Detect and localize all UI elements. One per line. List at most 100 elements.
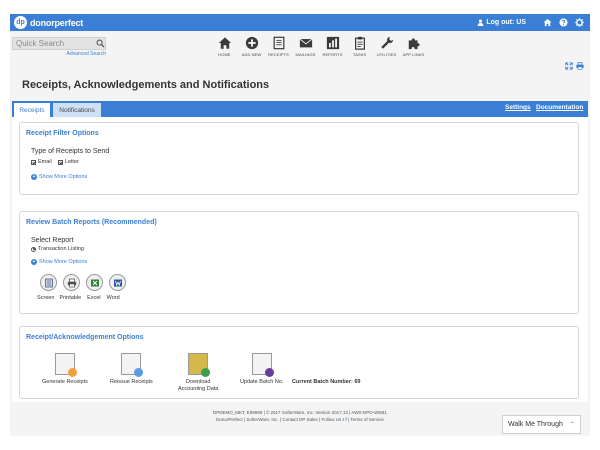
facebook-icon[interactable]: f xyxy=(345,417,347,422)
search-icon[interactable] xyxy=(96,39,105,48)
nav-item-reports[interactable]: REPORTS xyxy=(319,36,346,57)
clipboard-icon xyxy=(354,36,365,50)
printable-report-button[interactable] xyxy=(63,274,80,291)
email-checkbox[interactable] xyxy=(31,159,36,165)
nav-label: RECEIPTS xyxy=(268,52,289,57)
card-title: Review Batch Reports (Recommended) xyxy=(26,219,157,226)
logout-label: Log out: US xyxy=(486,19,526,26)
nav-item-receipts[interactable]: RECEIPTS xyxy=(265,36,292,57)
generate-receipts-button[interactable]: Generate Receipts xyxy=(42,353,88,386)
wrench-icon xyxy=(380,36,393,49)
nav-item-utilities[interactable]: UTILITIES xyxy=(373,36,400,57)
search-input[interactable] xyxy=(16,39,96,48)
bar-chart-icon xyxy=(326,36,339,50)
nav-label: HOME xyxy=(218,52,231,57)
word-icon xyxy=(113,279,122,286)
excel-icon xyxy=(90,279,99,286)
quick-search: Advanced Search xyxy=(12,37,106,57)
word-report-button[interactable] xyxy=(109,274,126,291)
screen-icon xyxy=(44,278,53,287)
current-batch-number: Current Batch Number: 69 xyxy=(292,379,361,385)
show-more-options-link[interactable]: + Show More Options xyxy=(31,259,87,265)
card-title: Receipt Filter Options xyxy=(26,130,99,137)
walk-me-label: Walk Me Through xyxy=(508,421,563,428)
top-bar: dp donorperfect Log out: US xyxy=(10,14,590,31)
home-icon[interactable] xyxy=(542,18,552,28)
nav-item-mailings[interactable]: MAILINGS xyxy=(292,36,319,57)
terms-link[interactable]: | Terms of Service xyxy=(348,417,384,422)
logo-badge: dp xyxy=(14,16,27,29)
letter-label: Letter xyxy=(64,159,79,165)
report-option: Transaction Listing xyxy=(31,246,84,252)
walk-me-through-button[interactable]: Walk Me Through ⌃ xyxy=(502,415,581,434)
nav-item-home[interactable]: HOME xyxy=(211,36,238,57)
transaction-listing-radio[interactable] xyxy=(31,246,36,252)
nav-label: ADD NEW xyxy=(241,52,262,57)
transaction-listing-label: Transaction Listing xyxy=(38,246,84,252)
select-report-label: Select Report xyxy=(31,237,74,244)
tab-content: Receipt Filter Options Type of Receipts … xyxy=(12,117,588,402)
receipt-filter-card: Receipt Filter Options Type of Receipts … xyxy=(19,122,579,195)
plus-circle-icon: + xyxy=(31,174,37,180)
tab-notifications[interactable]: Notifications xyxy=(53,103,101,117)
update-batch-button[interactable]: Update Batch No. xyxy=(240,353,283,386)
download-label: Download xyxy=(185,379,211,385)
receipt-type-options: Email Letter xyxy=(31,159,85,165)
printer-icon xyxy=(67,278,76,287)
logo[interactable]: dp donorperfect xyxy=(14,16,83,29)
home-icon xyxy=(218,37,231,49)
excel-report-button[interactable] xyxy=(86,274,103,291)
tab-receipts[interactable]: Receipts xyxy=(14,103,50,117)
receipts-icon xyxy=(273,36,284,50)
letter-checkbox[interactable] xyxy=(57,159,63,165)
show-more-label: Show More Options xyxy=(39,259,88,265)
nav-item-tasks[interactable]: TASKS xyxy=(346,36,373,57)
printable-label: Printable xyxy=(59,295,82,301)
settings-link[interactable]: Settings xyxy=(505,104,531,111)
download-accounting-button[interactable]: Download Accounting Data xyxy=(178,353,218,393)
screen-label: Screen xyxy=(37,295,55,301)
nav-label: MAILINGS xyxy=(295,52,316,57)
documentation-link[interactable]: Documentation xyxy=(536,104,583,111)
page-title: Receipts, Acknowledgements and Notificat… xyxy=(22,79,270,91)
nav-label: UTILITIES xyxy=(376,52,397,57)
generate-receipts-label: Generate Receipts xyxy=(42,379,88,385)
expand-icon[interactable] xyxy=(565,62,573,70)
nav-item-add-new[interactable]: ADD NEW xyxy=(238,36,265,57)
excel-label: Excel xyxy=(87,295,101,301)
nav-label: REPORTS xyxy=(322,52,343,57)
envelope-icon xyxy=(299,38,312,48)
word-label: Word xyxy=(106,295,120,301)
show-more-label: Show More Options xyxy=(39,174,88,180)
tab-bar: Receipts Notifications Settings Document… xyxy=(12,101,588,117)
email-label: Email xyxy=(38,159,52,165)
puzzle-icon xyxy=(408,38,420,50)
app-frame: dp donorperfect Log out: US Quick Search… xyxy=(10,14,590,436)
card-title: Receipt/Acknowledgement Options xyxy=(26,334,144,341)
help-icon[interactable] xyxy=(558,18,568,28)
main-nav: Advanced Search HOME ADD NEW RECEIPTS MA… xyxy=(10,31,590,75)
reissue-receipts-label: Reissue Receipts xyxy=(110,379,153,385)
logout-button[interactable]: Log out: US xyxy=(477,19,526,26)
gear-icon[interactable] xyxy=(574,18,584,28)
twitter-icon[interactable]: t xyxy=(342,417,344,422)
person-icon xyxy=(478,19,484,26)
folder-icon xyxy=(188,353,211,377)
accounting-data-label: Accounting Data xyxy=(178,386,219,392)
show-more-options-link[interactable]: + Show More Options xyxy=(31,174,87,180)
receipt-type-label: Type of Receipts to Send xyxy=(31,148,110,155)
document-icon xyxy=(121,353,144,377)
screen-report-button[interactable] xyxy=(40,274,57,291)
nav-item-app-links[interactable]: APP LINKS xyxy=(400,36,427,57)
acknowledgement-options-card: Receipt/Acknowledgement Options Generate… xyxy=(19,326,579,399)
document-icon xyxy=(251,353,274,377)
print-icon[interactable] xyxy=(576,62,584,70)
footer-links-text[interactable]: DonorPerfect | SofterWare, Inc. | Contac… xyxy=(216,417,341,422)
chevron-up-icon: ⌃ xyxy=(569,422,575,428)
nav-label: TASKS xyxy=(352,52,367,57)
reissue-receipts-button[interactable]: Reissue Receipts xyxy=(110,353,153,386)
search-box[interactable] xyxy=(12,37,106,50)
update-batch-label: Update Batch No. xyxy=(240,379,284,385)
advanced-search-link[interactable]: Advanced Search xyxy=(12,51,106,57)
document-icon xyxy=(54,353,77,377)
